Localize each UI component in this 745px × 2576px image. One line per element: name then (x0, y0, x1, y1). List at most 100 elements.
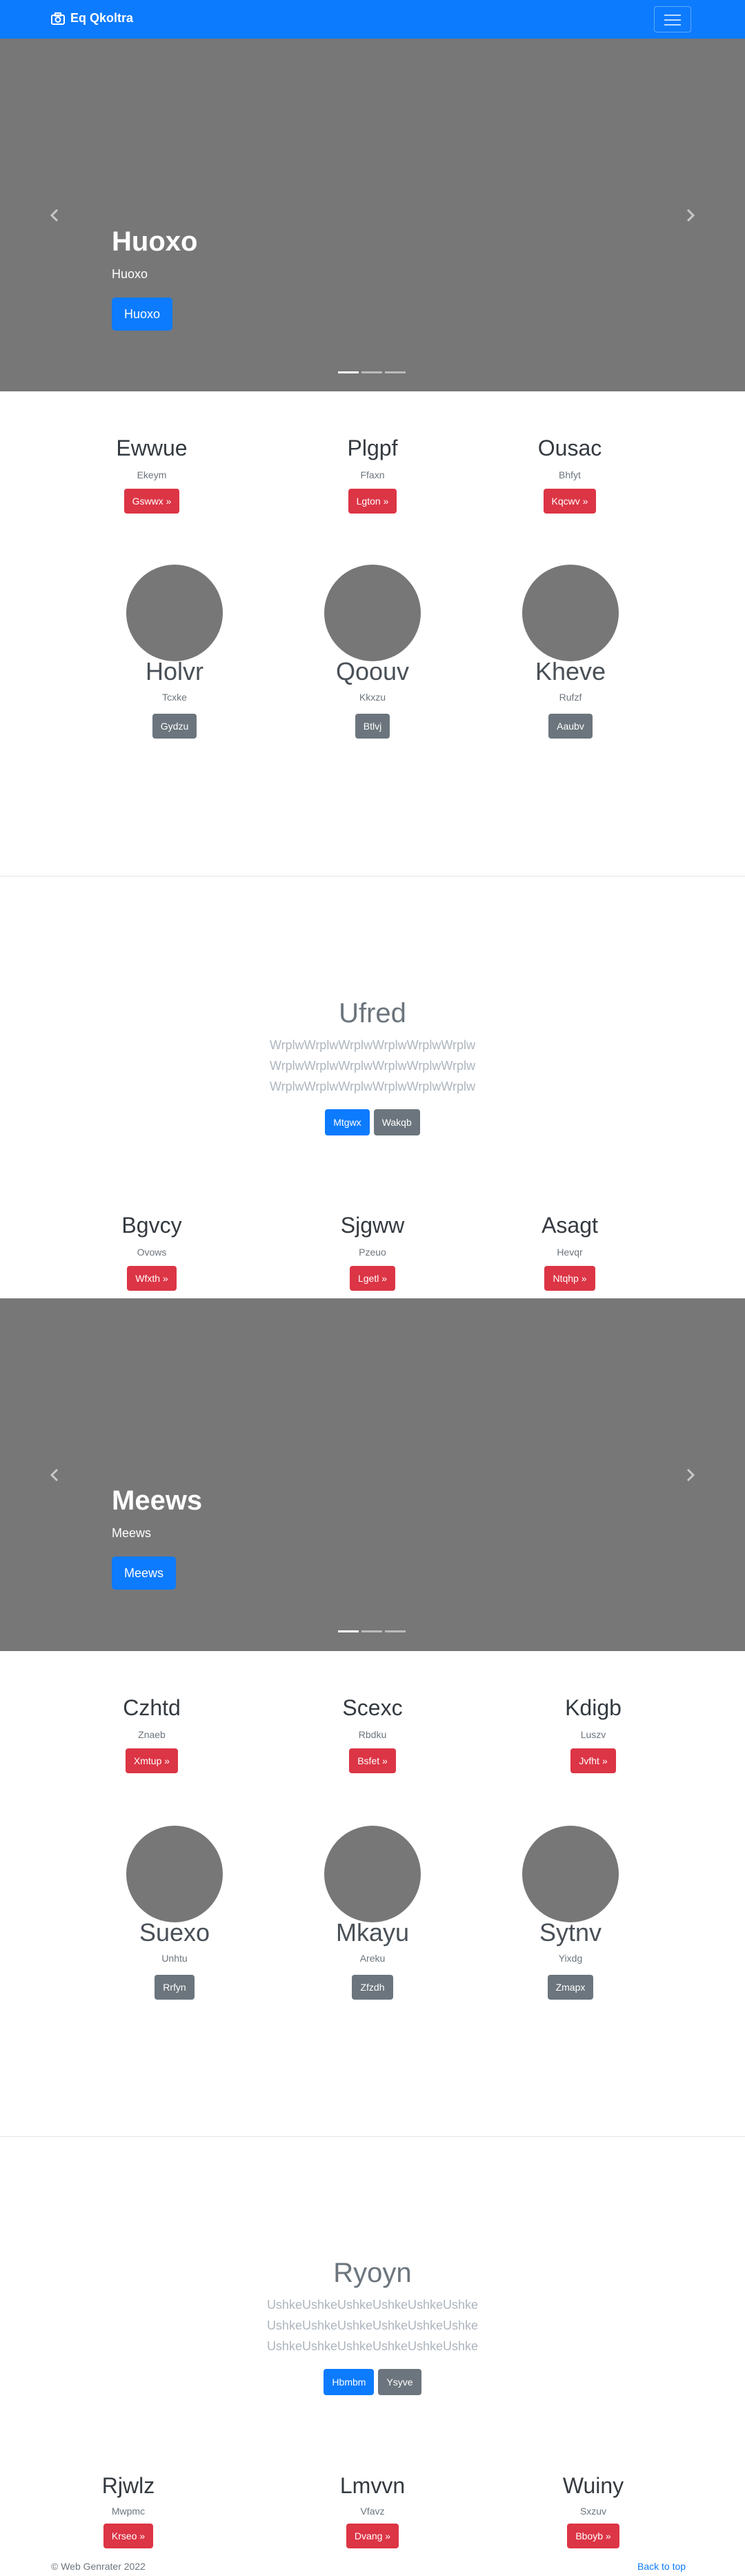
profile-text: Kkxzu (359, 692, 386, 703)
featurette-secondary-button[interactable]: Ysyve (378, 2369, 421, 2395)
profile-column: Kheve Rufzf Aaubv (467, 565, 674, 739)
featurette: Ryoyn UshkeUshkeUshkeUshkeUshkeUshke Ush… (0, 2258, 745, 2395)
feature-column: Ewwue Ekeym Gswwx » (48, 436, 255, 514)
profile-text: Areku (359, 1953, 386, 1964)
carousel-subtitle: Meews (112, 1526, 152, 1540)
chevron-left-icon[interactable] (47, 207, 63, 224)
profile-button[interactable]: Zfzdh (352, 1975, 393, 2000)
featurette-primary-button[interactable]: Hbmbm (324, 2369, 375, 2395)
column-heading: Scexc (342, 1695, 403, 1720)
view-details-button[interactable]: Xmtup » (125, 1748, 179, 1773)
avatar-placeholder (324, 1826, 421, 1922)
camera-icon (51, 12, 65, 25)
column-text: Pzeuo (359, 1247, 386, 1258)
featurette-secondary-button[interactable]: Wakqb (373, 1109, 420, 1135)
menu-icon-bar (664, 24, 681, 26)
profile-text: Yixdg (558, 1953, 583, 1964)
feature-column: Plgpf Ffaxn Lgton » (269, 436, 476, 514)
profile-column: Suexo Unhtu Rrfyn (71, 1826, 278, 2000)
column-text: Rbdku (358, 1729, 387, 1740)
featurette-primary-button[interactable]: Mtgwx (325, 1109, 370, 1135)
feature-column: Lmvvn Vfavz Dvang » (269, 2473, 476, 2548)
view-details-button[interactable]: Bsfet » (349, 1748, 396, 1773)
featurette-title: Ryoyn (333, 2258, 412, 2288)
navbar-toggler-button[interactable] (654, 6, 691, 32)
carousel-indicator[interactable] (361, 371, 382, 373)
profile-name: Suexo (139, 1918, 210, 1946)
column-text: Znaeb (138, 1729, 166, 1740)
carousel-indicators (338, 371, 406, 373)
profile-button[interactable]: Zmapx (547, 1975, 594, 2000)
view-details-button[interactable]: Bboyb » (567, 2524, 619, 2548)
carousel-cta-button[interactable]: Huoxo (112, 297, 173, 331)
column-heading: Ewwue (116, 436, 188, 460)
profile-name: Qoouv (335, 657, 410, 685)
profile-name: Holvr (145, 657, 203, 685)
view-details-button[interactable]: Dvang » (346, 2524, 399, 2548)
view-details-button[interactable]: Gswwx » (123, 489, 180, 514)
carousel-indicator[interactable] (361, 1630, 382, 1632)
view-details-button[interactable]: Jvfht » (570, 1748, 616, 1773)
column-heading: Czhtd (123, 1695, 181, 1720)
feature-column: Kdigb Luszv Jvfht » (490, 1695, 697, 1773)
chevron-right-icon[interactable] (682, 1467, 698, 1483)
carousel-indicator[interactable] (338, 371, 359, 373)
featurette: Ufred WrplwWrplwWrplwWrplwWrplwWrplw Wrp… (0, 998, 745, 1135)
column-heading: Bgvcy (121, 1213, 182, 1238)
featurette-text: UshkeUshkeUshkeUshkeUshkeUshke (266, 2319, 479, 2332)
avatar-placeholder (324, 565, 421, 661)
view-details-button[interactable]: Krseo » (103, 2524, 154, 2548)
back-to-top-link[interactable]: Back to top (637, 2561, 686, 2572)
carousel-subtitle: Huoxo (112, 267, 148, 281)
column-heading: Lmvvn (339, 2473, 406, 2498)
column-heading: Rjwlz (101, 2473, 155, 2498)
profile-column: Mkayu Areku Zfzdh (269, 1826, 476, 2000)
view-details-button[interactable]: Ntqhp » (544, 1266, 595, 1291)
chevron-left-icon[interactable] (47, 1467, 63, 1483)
profile-button[interactable]: Rrfyn (155, 1975, 195, 2000)
view-details-button[interactable]: Lgton » (348, 489, 397, 514)
column-text: Hevqr (557, 1247, 583, 1258)
feature-column: Sjgww Pzeuo Lgetl » (269, 1213, 476, 1291)
profile-column: Sytnv Yixdg Zmapx (467, 1826, 674, 2000)
brand-name: Eq Qkoltra (70, 11, 134, 25)
view-details-button[interactable]: Wfxth » (127, 1266, 177, 1291)
profile-text: Rufzf (559, 692, 582, 703)
column-text: Ekeym (137, 469, 167, 480)
profile-column: Qoouv Kkxzu Btlvj (269, 565, 476, 739)
profile-button[interactable]: Gydzu (152, 714, 197, 739)
profile-button[interactable]: Btlvj (355, 714, 390, 739)
carousel-indicator[interactable] (385, 1630, 406, 1632)
column-text: Sxzuv (579, 2506, 607, 2517)
profile-button[interactable]: Aaubv (548, 714, 593, 739)
featurette-title: Ufred (339, 998, 406, 1028)
featurette-text: UshkeUshkeUshkeUshkeUshkeUshke (266, 2339, 479, 2353)
profile-column: Holvr Tcxke Gydzu (71, 565, 278, 739)
section-divider (0, 876, 745, 877)
profile-name: Mkayu (335, 1918, 410, 1946)
profile-name: Sytnv (539, 1918, 602, 1946)
featurette-text: WrplwWrplwWrplwWrplwWrplwWrplw (269, 1059, 475, 1073)
feature-column: Wuiny Sxzuv Bboyb » (490, 2473, 697, 2548)
view-details-button[interactable]: Lgetl » (349, 1266, 396, 1291)
avatar-placeholder (126, 565, 223, 661)
column-heading: Sjgww (340, 1213, 405, 1238)
feature-column: Asagt Hevqr Ntqhp » (466, 1213, 673, 1291)
view-details-button[interactable]: Kqcwv » (543, 489, 597, 514)
column-text: Mwpmc (111, 2506, 146, 2517)
avatar-placeholder (522, 1826, 619, 1922)
carousel-indicator[interactable] (338, 1630, 359, 1632)
carousel-indicators (338, 1630, 406, 1632)
brand-link[interactable]: Eq Qkoltra (51, 11, 133, 26)
menu-icon-bar (664, 19, 681, 21)
feature-column: Bgvcy Ovows Wfxth » (48, 1213, 255, 1291)
carousel-title: Meews (112, 1485, 203, 1516)
carousel-indicator[interactable] (385, 371, 406, 373)
profile-text: Unhtu (161, 1953, 188, 1964)
carousel-cta-button[interactable]: Meews (112, 1557, 177, 1590)
feature-column: Scexc Rbdku Bsfet » (269, 1695, 476, 1773)
chevron-right-icon[interactable] (682, 207, 698, 224)
column-text: Vfavz (360, 2506, 385, 2517)
hero-carousel: Huoxo Huoxo Huoxo (0, 39, 745, 391)
column-heading: Kdigb (565, 1695, 622, 1720)
